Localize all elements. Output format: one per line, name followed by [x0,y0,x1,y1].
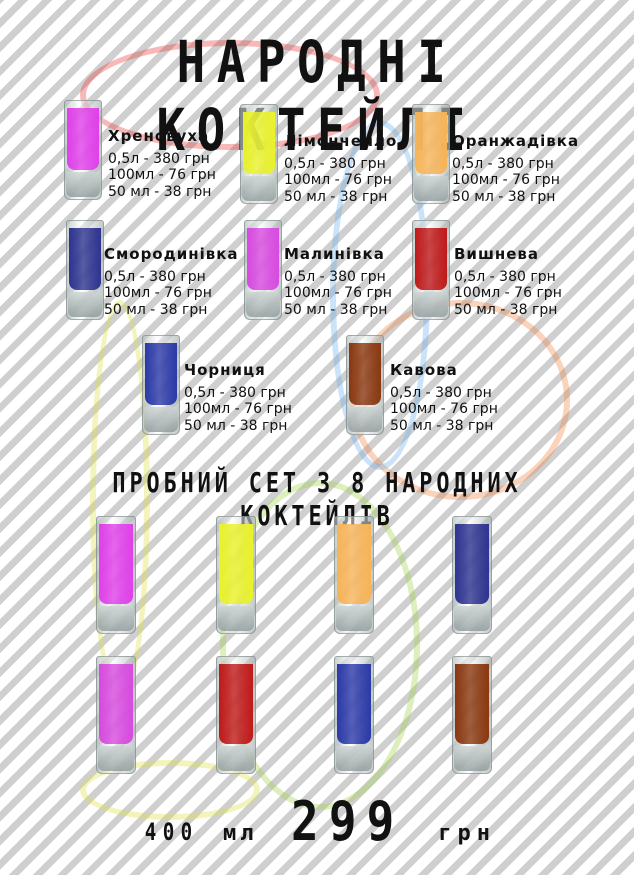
shot-glass-icon [66,220,104,320]
set-price-value: 299 [291,790,405,853]
item-price: 50 мл - 38 грн [284,188,388,205]
item-price: 0,5л - 380 грн [108,150,210,167]
item-name: Кавова [390,361,458,379]
shot-glass-icon [142,335,180,435]
menu-item: Малинівка 0,5л - 380 грн 100мл - 76 грн 50 … [284,246,392,318]
item-price: 100мл - 76 грн [390,401,498,417]
shot-glass-icon [412,220,450,320]
item-price: 0,5л - 380 грн [452,155,554,172]
menu-item: Оранжадівка 0,5л - 380 грн 100мл - 76 грн 5… [452,133,579,205]
item-name: Вишнева [454,245,540,263]
menu-item: Вишнева 0,5л - 380 грн 100мл - 76 грн 50 мл… [454,246,562,318]
shot-glass-icon [216,516,256,634]
shot-glass-icon [240,104,278,204]
set-price: 400 мл 299 грн [0,790,634,853]
shot-glass-icon [412,104,450,204]
item-price: 100мл - 76 грн [454,285,562,301]
item-price: 50 мл - 38 грн [184,417,288,434]
item-price: 0,5л - 380 грн [184,384,286,401]
shot-glass-icon [346,335,384,435]
item-price: 0,5л - 380 грн [104,268,206,285]
shot-glass-icon [244,220,282,320]
shot-glass-icon [334,656,374,774]
set-volume: 400 [144,818,199,846]
item-name: Чорниця [184,361,266,379]
item-price: 0,5л - 380 грн [284,268,386,285]
item-price: 50 мл - 38 грн [108,183,212,200]
item-name: Лімончелло [284,132,398,150]
shot-glass-icon [96,656,136,774]
set-currency: грн [438,821,497,846]
item-name: Хреновуха [108,127,210,145]
shot-glass-icon [334,516,374,634]
item-price: 100мл - 76 грн [284,172,392,188]
item-price: 100мл - 76 грн [452,172,560,188]
shot-glass-icon [452,516,492,634]
set-volume-unit: мл [222,821,258,846]
shot-glass-icon [216,656,256,774]
menu-item: Чорниця 0,5л - 380 грн 100мл - 76 грн 50 мл… [184,362,292,434]
item-price: 0,5л - 380 грн [390,384,492,401]
menu-item: Смородинівка 0,5л - 380 грн 100мл - 76 грн… [104,246,239,318]
item-price: 0,5л - 380 грн [284,155,386,172]
item-price: 100мл - 76 грн [104,285,212,301]
menu-item: Лімончелло 0,5л - 380 грн 100мл - 76 грн 50… [284,133,397,205]
menu-item: Хреновуха 0,5л - 380 грн 100мл - 76 грн 50 … [108,128,216,200]
shot-glass-icon [64,100,102,200]
item-price: 100мл - 76 грн [184,401,292,417]
item-price: 50 мл - 38 грн [284,301,388,318]
item-price: 100мл - 76 грн [108,167,216,183]
item-price: 100мл - 76 грн [284,285,392,301]
item-name: Оранжадівка [452,132,580,150]
item-price: 50 мл - 38 грн [390,417,494,434]
menu-item: Кавова 0,5л - 380 грн 100мл - 76 грн 50 мл … [390,362,498,434]
item-price: 0,5л - 380 грн [454,268,556,285]
item-name: Смородинівка [104,245,239,263]
item-price: 50 мл - 38 грн [454,301,558,318]
shot-glass-icon [452,656,492,774]
shot-glass-icon [96,516,136,634]
item-price: 50 мл - 38 грн [452,188,556,205]
item-price: 50 мл - 38 грн [104,301,208,318]
item-name: Малинівка [284,245,385,263]
